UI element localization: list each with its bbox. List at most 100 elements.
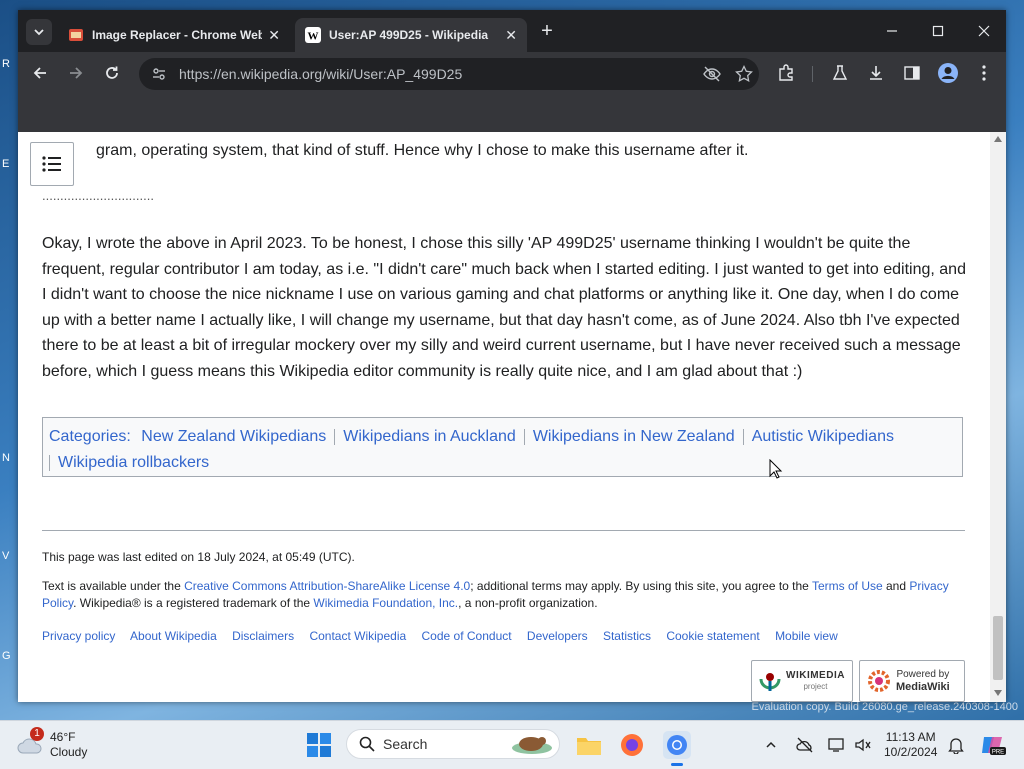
notifications-button[interactable] xyxy=(948,721,964,769)
address-bar[interactable]: https://en.wikipedia.org/wiki/User:AP_49… xyxy=(139,58,759,90)
footer-link[interactable]: Cookie statement xyxy=(666,629,759,643)
side-panel-icon xyxy=(904,66,920,80)
desktop-icon-edge[interactable]: N xyxy=(2,452,10,464)
firefox-button[interactable] xyxy=(619,721,645,769)
desktop-icon-edge[interactable]: V xyxy=(2,550,9,562)
tab-wikipedia[interactable]: W User:AP 499D25 - Wikipedia ✕ xyxy=(295,18,527,52)
footer-link[interactable]: Disclaimers xyxy=(232,629,294,643)
close-tab-icon[interactable]: ✕ xyxy=(268,27,280,44)
mediawiki-logo-icon xyxy=(868,670,890,692)
search-icon xyxy=(359,736,375,752)
last-edited-text: This page was last edited on 18 July 202… xyxy=(42,550,355,564)
notification-badge: 1 xyxy=(30,727,44,741)
footer-link[interactable]: Code of Conduct xyxy=(422,629,512,643)
bookmark-star-icon[interactable] xyxy=(735,65,753,83)
bookmarks-bar xyxy=(18,94,1006,132)
category-link[interactable]: Wikipedians in Auckland xyxy=(343,428,516,445)
folder-icon xyxy=(577,738,601,755)
maximize-button[interactable] xyxy=(926,20,950,42)
categories-label-link[interactable]: Categories: xyxy=(49,428,131,445)
labs-button[interactable] xyxy=(828,61,852,85)
footer-links: Privacy policy About Wikipedia Disclaime… xyxy=(42,628,965,645)
tab-strip: Image Replacer - Chrome Web ✕ W User:AP … xyxy=(18,10,1006,52)
side-panel-button[interactable] xyxy=(900,61,924,85)
eye-off-icon[interactable] xyxy=(703,65,721,83)
chrome-taskbar-button[interactable] xyxy=(663,721,691,769)
site-info-icon[interactable] xyxy=(151,66,167,82)
footer-link[interactable]: Mobile view xyxy=(775,629,838,643)
chrome-icon xyxy=(663,731,691,759)
chrome-menu-button[interactable] xyxy=(972,61,996,85)
badge-subtitle: project xyxy=(803,682,828,691)
category-separator xyxy=(49,454,50,471)
article-text-partial: gram, operating system, that kind of stu… xyxy=(96,142,749,159)
category-link[interactable]: New Zealand Wikipedians xyxy=(141,428,326,445)
svg-text:PRE: PRE xyxy=(992,750,1004,756)
tab-image-replacer[interactable]: Image Replacer - Chrome Web ✕ xyxy=(58,18,290,52)
speaker-muted-icon xyxy=(855,738,871,752)
footer-link[interactable]: Contact Wikipedia xyxy=(309,629,406,643)
network-status[interactable] xyxy=(796,721,814,769)
close-tab-icon[interactable]: ✕ xyxy=(505,27,517,44)
minimize-icon xyxy=(887,30,897,32)
category-link[interactable]: Wikipedians in New Zealand xyxy=(533,428,735,445)
bell-icon xyxy=(948,738,964,754)
copilot-button[interactable]: PRE xyxy=(980,721,1006,769)
extensions-button[interactable] xyxy=(774,61,798,85)
desktop-icon-edge[interactable]: E xyxy=(2,158,9,170)
footer-link[interactable]: Developers xyxy=(527,629,588,643)
clock-date: 10/2/2024 xyxy=(884,745,938,759)
weather-temp: 46°F xyxy=(50,730,76,744)
url-text: https://en.wikipedia.org/wiki/User:AP_49… xyxy=(179,66,463,82)
system-clock[interactable]: 11:13 AM 10/2/2024 xyxy=(884,721,937,769)
file-explorer-button[interactable] xyxy=(576,721,602,769)
reload-button[interactable] xyxy=(100,61,124,85)
cc-license-link[interactable]: Creative Commons Attribution-ShareAlike … xyxy=(184,579,470,593)
wikimedia-foundation-link[interactable]: Wikimedia Foundation, Inc. xyxy=(313,596,458,610)
desktop-icon-edge[interactable]: R xyxy=(2,58,10,70)
powered-by-mediawiki-badge[interactable]: Powered by MediaWiki xyxy=(859,660,965,702)
monitor-icon xyxy=(828,738,844,752)
display-status[interactable] xyxy=(828,721,846,769)
desktop-icon-edge[interactable]: G xyxy=(2,650,11,662)
windows-logo-icon xyxy=(307,733,331,757)
terms-of-use-link[interactable]: Terms of Use xyxy=(812,579,883,593)
weather-widget[interactable]: 1 46°F Cloudy xyxy=(16,721,87,769)
new-tab-button[interactable]: + xyxy=(536,20,558,42)
scrollbar-thumb[interactable] xyxy=(993,616,1003,680)
minimize-button[interactable] xyxy=(880,20,904,42)
tab-search-button[interactable] xyxy=(26,19,52,45)
back-button[interactable] xyxy=(28,61,52,85)
trademark-prefix: . Wikipedia® is a registered trademark o… xyxy=(73,596,314,610)
page-scrollbar[interactable] xyxy=(990,132,1006,702)
toolbar-divider xyxy=(812,66,813,82)
start-button[interactable] xyxy=(306,721,332,769)
category-separator xyxy=(742,428,744,445)
table-of-contents-button[interactable] xyxy=(30,142,74,186)
category-link[interactable]: Autistic Wikipedians xyxy=(752,428,894,445)
downloads-button[interactable] xyxy=(864,61,888,85)
search-highlight-illustration-icon xyxy=(512,737,552,754)
scroll-up-arrow-icon[interactable] xyxy=(994,136,1002,142)
footer-link[interactable]: Statistics xyxy=(603,629,651,643)
profile-button[interactable] xyxy=(936,61,960,85)
scroll-down-arrow-icon[interactable] xyxy=(994,690,1002,696)
dotted-separator: ............................... xyxy=(42,188,154,203)
puzzle-icon xyxy=(779,64,793,81)
clock-time: 11:13 AM xyxy=(885,730,936,744)
taskbar-search[interactable]: Search xyxy=(346,729,560,759)
svg-text:W: W xyxy=(308,31,319,43)
footer-link[interactable]: About Wikipedia xyxy=(130,629,217,643)
footer-link[interactable]: Privacy policy xyxy=(42,629,115,643)
mouse-cursor-icon xyxy=(769,459,783,479)
trademark-suffix: , a non-profit organization. xyxy=(458,596,598,610)
more-vertical-icon xyxy=(982,65,986,81)
category-link[interactable]: Wikipedia rollbackers xyxy=(58,454,209,471)
volume-status[interactable] xyxy=(854,721,872,769)
weather-condition: Cloudy xyxy=(50,745,88,759)
show-hidden-icons-button[interactable] xyxy=(765,721,777,769)
wikimedia-project-badge[interactable]: WIKIMEDIA project xyxy=(751,660,853,702)
forward-button[interactable] xyxy=(64,61,88,85)
close-window-button[interactable] xyxy=(972,20,996,42)
badge-subtitle: MediaWiki xyxy=(896,681,950,693)
